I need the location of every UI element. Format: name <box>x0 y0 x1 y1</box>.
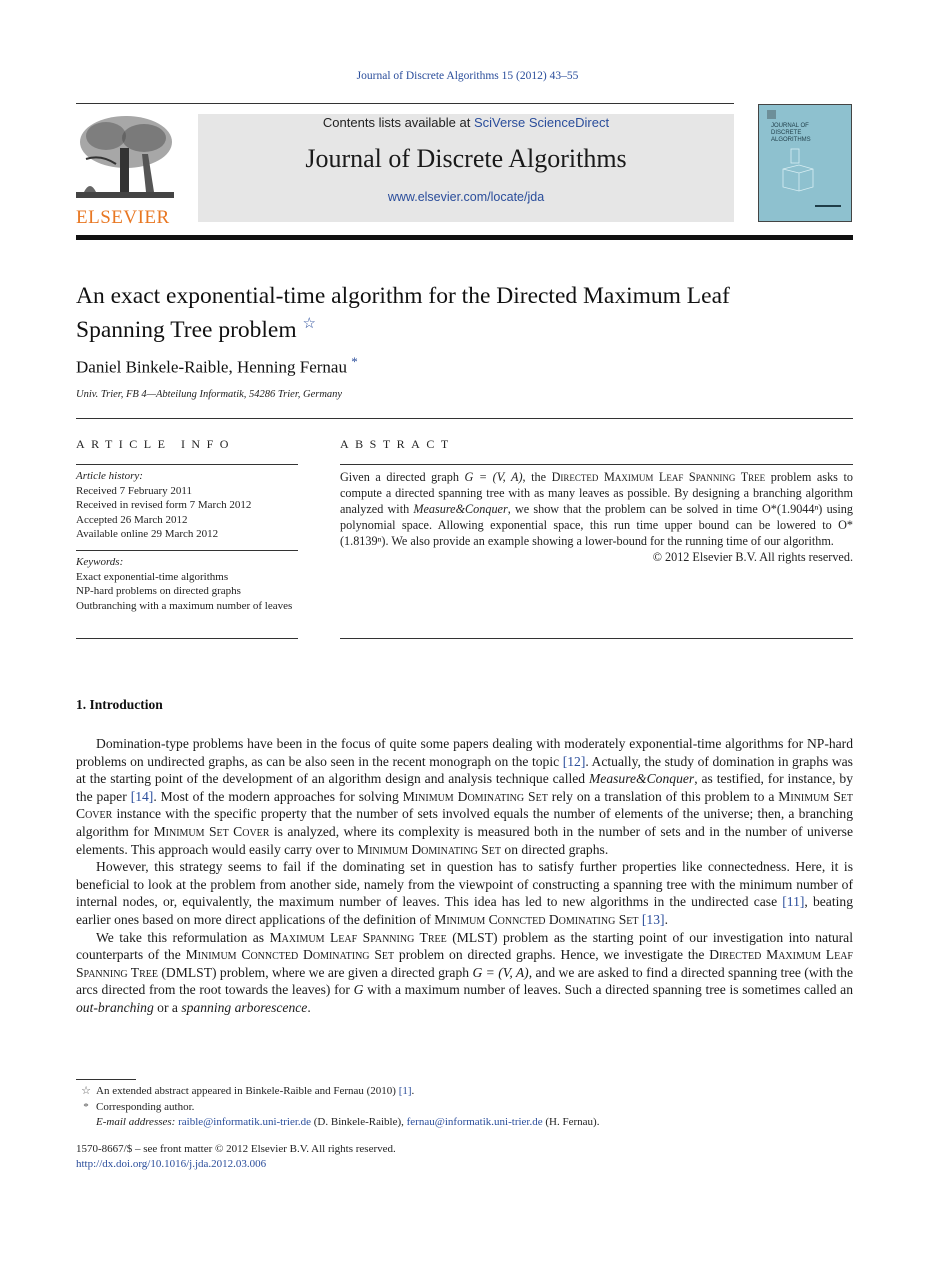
history-item: Received in revised form 7 March 2012 <box>76 499 252 511</box>
keyword-item: Outbranching with a maximum number of le… <box>76 599 293 612</box>
authors-text: Daniel Binkele-Raible, Henning Fernau <box>76 357 347 377</box>
abstract-copyright: © 2012 Elsevier B.V. All rights reserved… <box>652 550 853 564</box>
journal-citation[interactable]: Journal of Discrete Algorithms 15 (2012)… <box>0 70 935 82</box>
article-history-heading: Article history: <box>76 470 143 482</box>
journal-url-link[interactable]: www.elsevier.com/locate/jda <box>198 190 734 204</box>
email-link[interactable]: raible@informatik.uni-trier.de <box>178 1116 311 1128</box>
paragraph: We take this reformulation as Maximum Le… <box>76 929 853 1015</box>
title-footnote-star-icon[interactable]: ☆ <box>303 316 316 332</box>
cover-title: JOURNAL OF DISCRETE ALGORITHMS <box>771 123 811 143</box>
abstract-rule-top <box>340 464 853 465</box>
elsevier-wordmark: ELSEVIER <box>76 207 170 228</box>
header-divider <box>76 103 734 104</box>
journal-cover-thumbnail[interactable]: JOURNAL OF DISCRETE ALGORITHMS <box>758 104 852 222</box>
reference-link[interactable]: [14] <box>131 789 154 804</box>
journal-masthead: Contents lists available at SciVerse Sci… <box>198 114 734 222</box>
keyword-item: Exact exponential-time algorithms <box>76 570 229 583</box>
doi-link[interactable]: http://dx.doi.org/10.1016/j.jda.2012.03.… <box>76 1158 266 1170</box>
cover-publisher-icon <box>767 110 776 119</box>
keywords: Keywords: Exact exponential-time algorit… <box>76 555 298 613</box>
sciencedirect-link[interactable]: SciVerse ScienceDirect <box>474 115 609 130</box>
article-info-rule-mid <box>76 550 298 551</box>
history-item: Received 7 February 2011 <box>76 484 192 497</box>
issn-line: 1570-8667/$ – see front matter © 2012 El… <box>76 1143 396 1155</box>
article-history: Article history: Received 7 February 201… <box>76 469 298 542</box>
elsevier-tree-icon <box>76 114 174 200</box>
footnote-emails: E-mail addresses: raible@informatik.uni-… <box>96 1116 600 1128</box>
title-line-2: Spanning Tree problem <box>76 316 297 343</box>
title-line-1: An exact exponential-time algorithm for … <box>76 283 730 309</box>
author-list: Daniel Binkele-Raible, Henning Fernau * <box>76 354 358 378</box>
contents-prefix: Contents lists available at <box>322 115 474 130</box>
contents-line: Contents lists available at SciVerse Sci… <box>198 115 734 130</box>
footnote-divider <box>76 1079 136 1080</box>
footnote-star-icon: ☆ <box>81 1085 91 1097</box>
history-item: Available online 29 March 2012 <box>76 528 219 540</box>
reference-link[interactable]: [1] <box>399 1085 412 1097</box>
corresponding-author-asterisk-icon[interactable]: * <box>351 354 358 369</box>
title-divider <box>76 418 853 419</box>
article-info-heading: ARTICLE INFO <box>76 437 235 451</box>
reference-link[interactable]: [11] <box>782 894 804 909</box>
section-heading-introduction: 1. Introduction <box>76 697 163 712</box>
article-info-rule-top <box>76 464 298 465</box>
abstract-heading: ABSTRACT <box>340 437 455 451</box>
cover-bar <box>815 205 841 207</box>
article-info-rule-bottom <box>76 638 298 639</box>
journal-name: Journal of Discrete Algorithms <box>305 144 627 173</box>
paragraph: However, this strategy seems to fail if … <box>76 859 853 927</box>
footnotes: ☆ An extended abstract appeared in Binkel… <box>76 1084 853 1131</box>
article-title: An exact exponential-time algorithm for … <box>76 282 856 344</box>
header-thick-divider <box>76 235 853 240</box>
footnote-star: ☆ An extended abstract appeared in Binkel… <box>76 1084 853 1100</box>
email-link[interactable]: fernau@informatik.uni-trier.de <box>407 1116 543 1128</box>
footnote-asterisk-icon: * <box>83 1100 89 1113</box>
abstract-rule-bottom <box>340 638 853 639</box>
footnote-corresponding: * Corresponding author. <box>76 1100 853 1116</box>
elsevier-logo[interactable]: ELSEVIER <box>76 114 176 228</box>
history-item: Accepted 26 March 2012 <box>76 513 188 526</box>
cover-cube-graphic-icon <box>782 148 814 192</box>
paragraph: Domination-type problems have been in th… <box>76 736 853 857</box>
keyword-item: NP-hard problems on directed graphs <box>76 585 241 597</box>
abstract-body: Given a directed graph G = (V, A), the D… <box>340 469 853 565</box>
introduction-body: Domination-type problems have been in th… <box>76 735 853 1017</box>
reference-link[interactable]: [13] <box>642 912 665 927</box>
affiliation: Univ. Trier, FB 4—Abteilung Informatik, … <box>76 389 343 400</box>
front-matter: 1570-8667/$ – see front matter © 2012 El… <box>76 1142 396 1172</box>
abstract-text: Given a directed graph G = (V, A), the D… <box>340 470 853 548</box>
reference-link[interactable]: [12] <box>563 754 586 769</box>
keywords-heading: Keywords: <box>76 556 124 568</box>
